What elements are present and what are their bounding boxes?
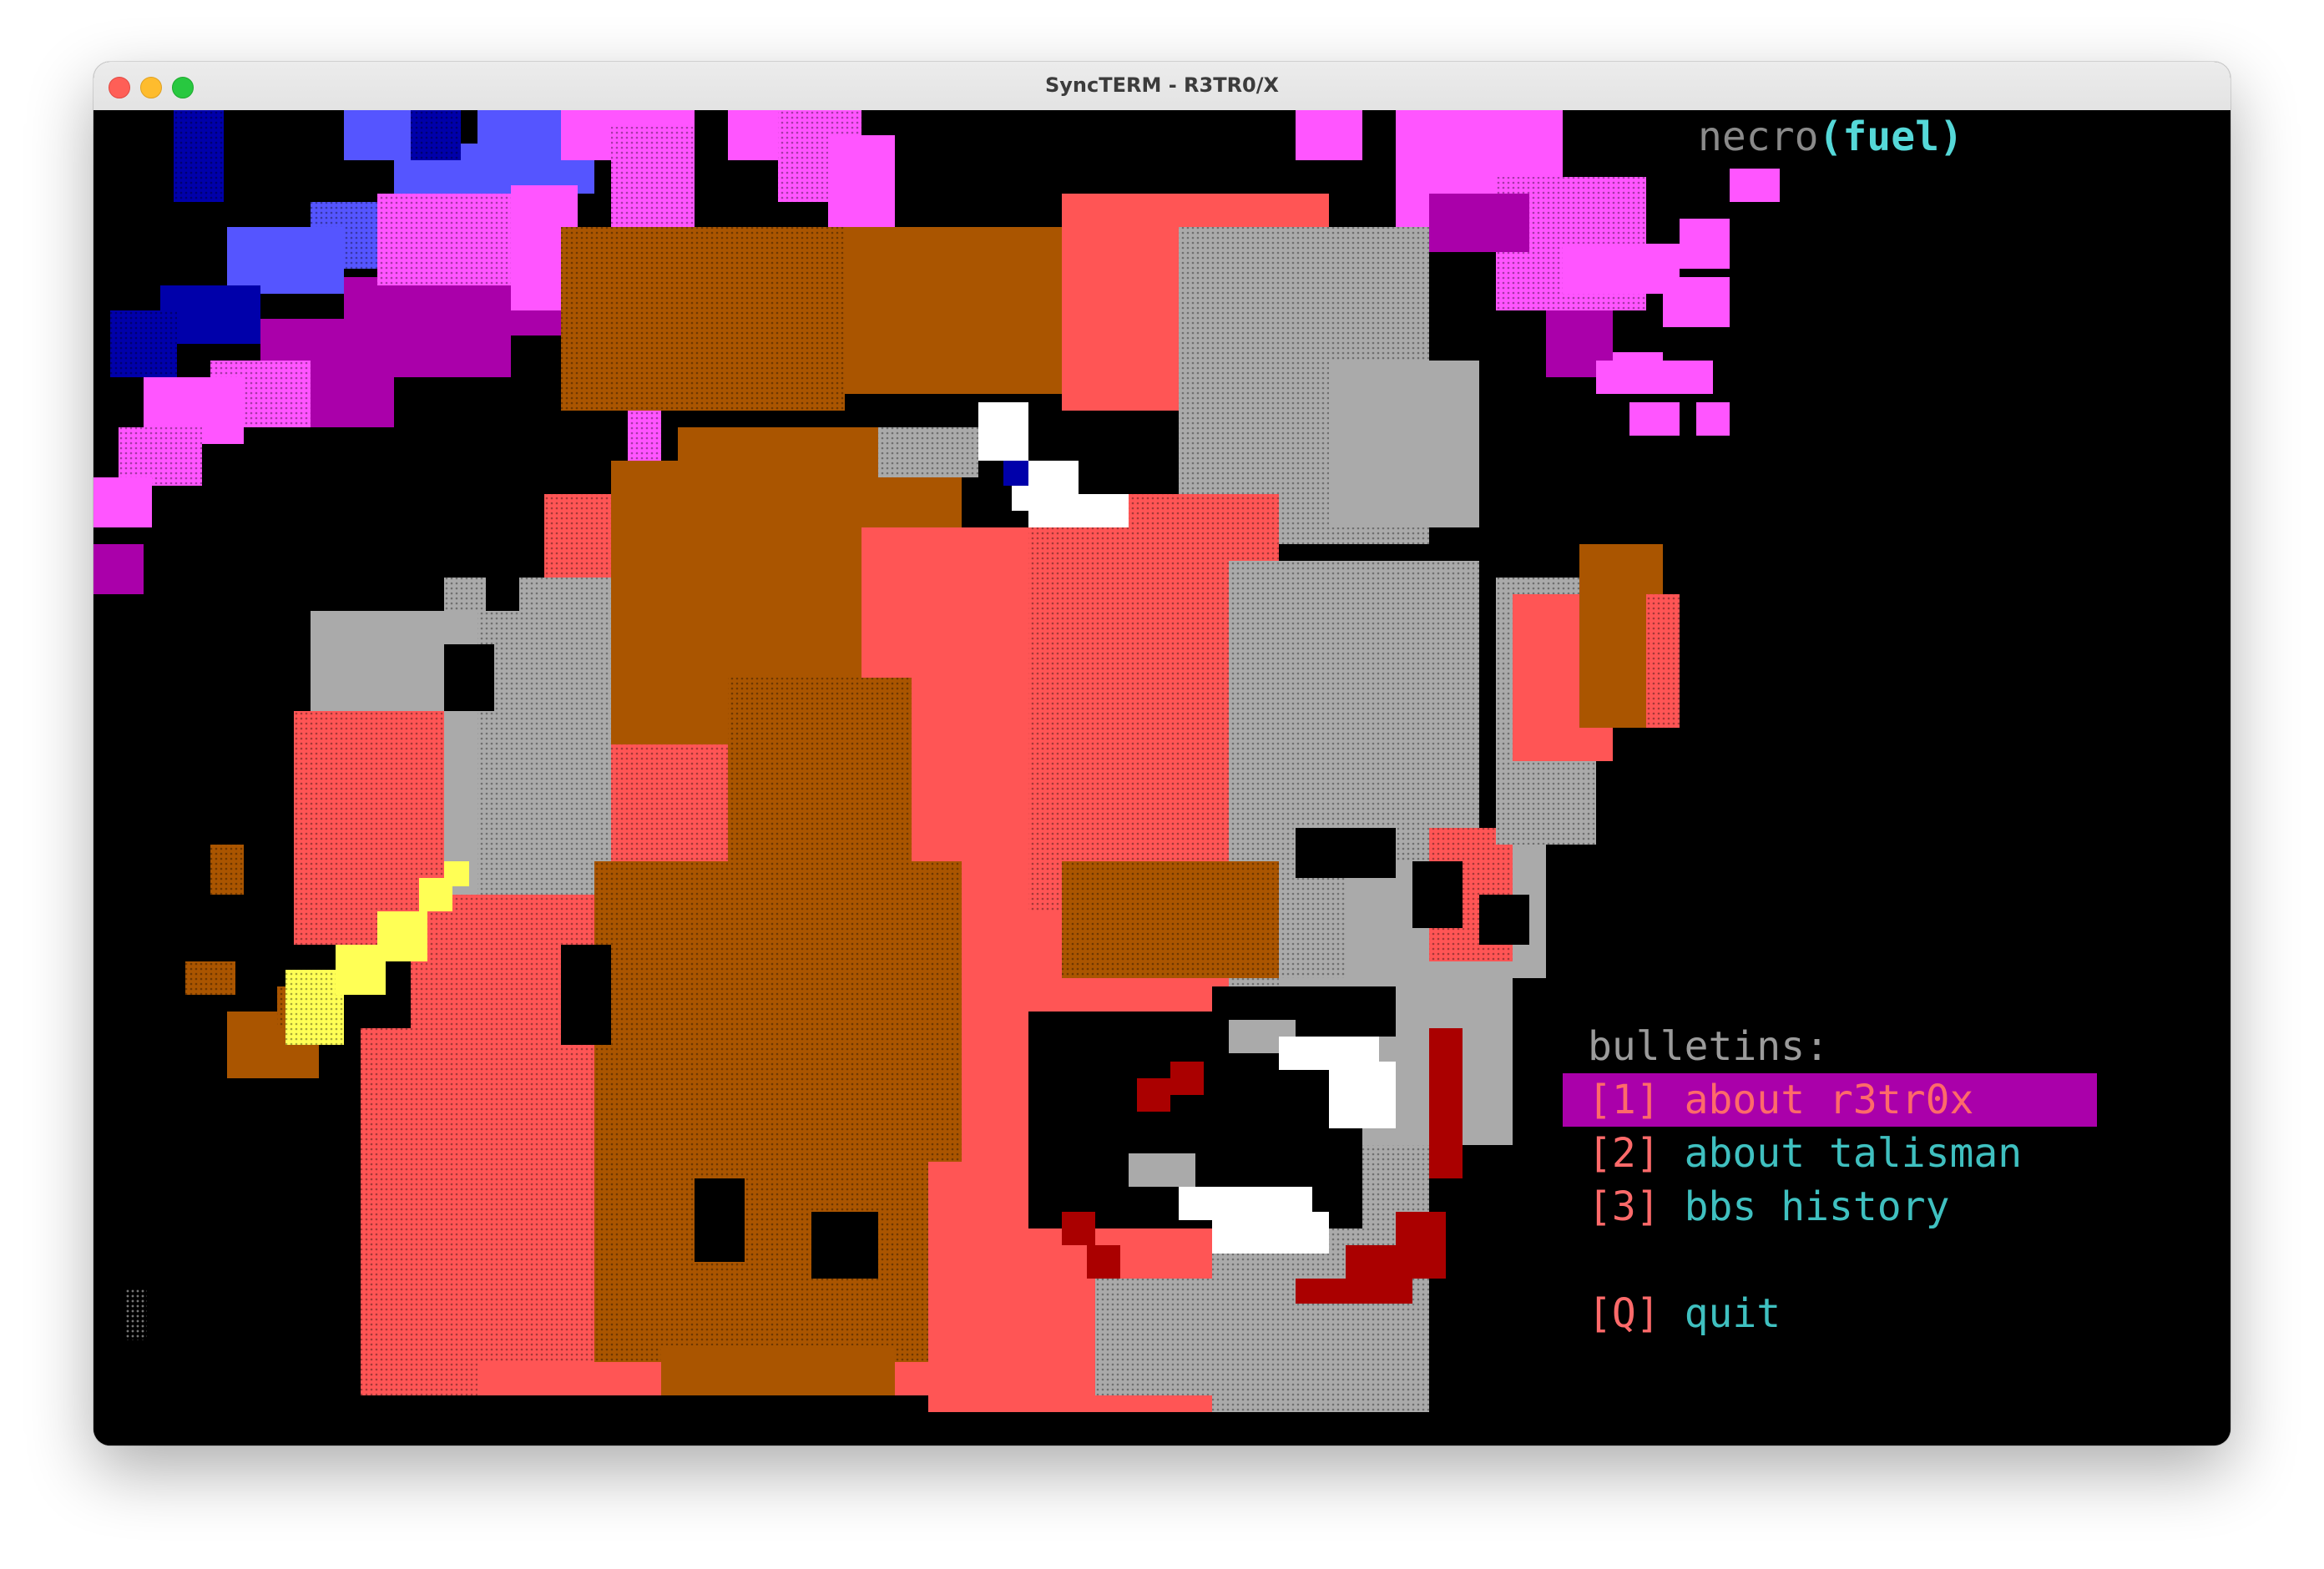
art-block xyxy=(344,110,419,160)
art-block xyxy=(1429,194,1529,252)
art-block xyxy=(1296,828,1396,878)
art-block xyxy=(1095,1279,1329,1395)
art-block xyxy=(93,477,152,527)
art-block xyxy=(1629,402,1680,436)
menu-label: about r3tr0x xyxy=(1684,1077,1974,1123)
art-block xyxy=(444,644,494,711)
art-block xyxy=(845,227,1062,394)
art-block xyxy=(377,911,427,961)
art-block xyxy=(1680,219,1730,269)
art-block xyxy=(561,945,611,1045)
menu-item-about-talisman[interactable]: [2] about talisman xyxy=(1563,1127,2097,1180)
art-block xyxy=(1296,110,1362,160)
art-block xyxy=(1062,861,1279,978)
art-block xyxy=(695,1178,745,1262)
art-block xyxy=(361,1028,477,1395)
art-block xyxy=(1028,494,1129,527)
art-block xyxy=(185,961,235,995)
art-block xyxy=(1003,461,1028,486)
art-block xyxy=(978,402,1028,461)
art-block xyxy=(1613,352,1663,386)
menu-key: [2] xyxy=(1588,1130,1660,1177)
art-block xyxy=(1346,1245,1446,1279)
window-title: SyncTERM - R3TR0/X xyxy=(1044,73,1280,97)
art-block xyxy=(93,544,144,594)
art-block xyxy=(561,227,845,411)
art-block xyxy=(210,845,244,895)
art-block xyxy=(110,310,177,377)
art-block xyxy=(878,427,978,477)
art-block xyxy=(728,678,912,1095)
art-block xyxy=(811,1212,878,1279)
art-block xyxy=(1730,169,1780,202)
dither-marks xyxy=(125,1289,147,1340)
menu-label: quit xyxy=(1684,1290,1781,1337)
art-block xyxy=(1129,1153,1195,1187)
menu-item-bbs-history[interactable]: [3] bbs history xyxy=(1563,1180,2097,1234)
art-block xyxy=(1396,1212,1446,1245)
art-block xyxy=(1429,1028,1463,1178)
art-block xyxy=(1329,1062,1396,1128)
signature-suffix: (fuel) xyxy=(1818,114,1963,160)
art-block xyxy=(285,970,344,1045)
art-block xyxy=(1696,402,1730,436)
art-block xyxy=(1479,895,1529,945)
ansi-portrait-art xyxy=(93,110,1780,1412)
art-block xyxy=(1062,1212,1095,1245)
menu-item-about-r3tr0x[interactable]: [1] about r3tr0x xyxy=(1563,1073,2097,1127)
menu-key: [3] xyxy=(1588,1183,1660,1230)
menu-item-quit[interactable]: [Q] quit xyxy=(1563,1287,2097,1340)
art-block xyxy=(119,427,202,486)
signature-prefix: necro xyxy=(1698,114,1819,160)
art-block xyxy=(661,1345,895,1395)
menu-label: about talisman xyxy=(1684,1130,2023,1177)
art-block xyxy=(1137,1078,1170,1112)
art-block xyxy=(486,544,519,611)
menu-heading: bulletins: xyxy=(1588,1023,1829,1070)
syncterm-window: SyncTERM - R3TR0/X necro(fuel) bulletins… xyxy=(93,62,2231,1445)
art-block xyxy=(174,110,224,202)
artist-signature: necro(fuel) xyxy=(1698,110,1963,164)
art-block xyxy=(1563,244,1680,294)
art-block xyxy=(1646,594,1680,728)
menu-key: [Q] xyxy=(1588,1290,1660,1337)
terminal-screen[interactable]: necro(fuel) bulletins: [1] about r3tr0x … xyxy=(93,110,2231,1445)
art-block xyxy=(1296,1279,1412,1304)
art-block xyxy=(1412,861,1463,928)
menu-label: bbs history xyxy=(1684,1183,1950,1230)
art-block xyxy=(444,861,469,886)
art-block xyxy=(227,227,344,294)
art-block xyxy=(1170,1062,1204,1095)
art-block xyxy=(1212,1212,1329,1254)
art-block xyxy=(1087,1245,1120,1279)
art-block xyxy=(1663,277,1730,327)
art-block xyxy=(1329,361,1479,527)
menu-key: [1] xyxy=(1588,1077,1660,1123)
title-bar: SyncTERM - R3TR0/X xyxy=(93,62,2231,111)
